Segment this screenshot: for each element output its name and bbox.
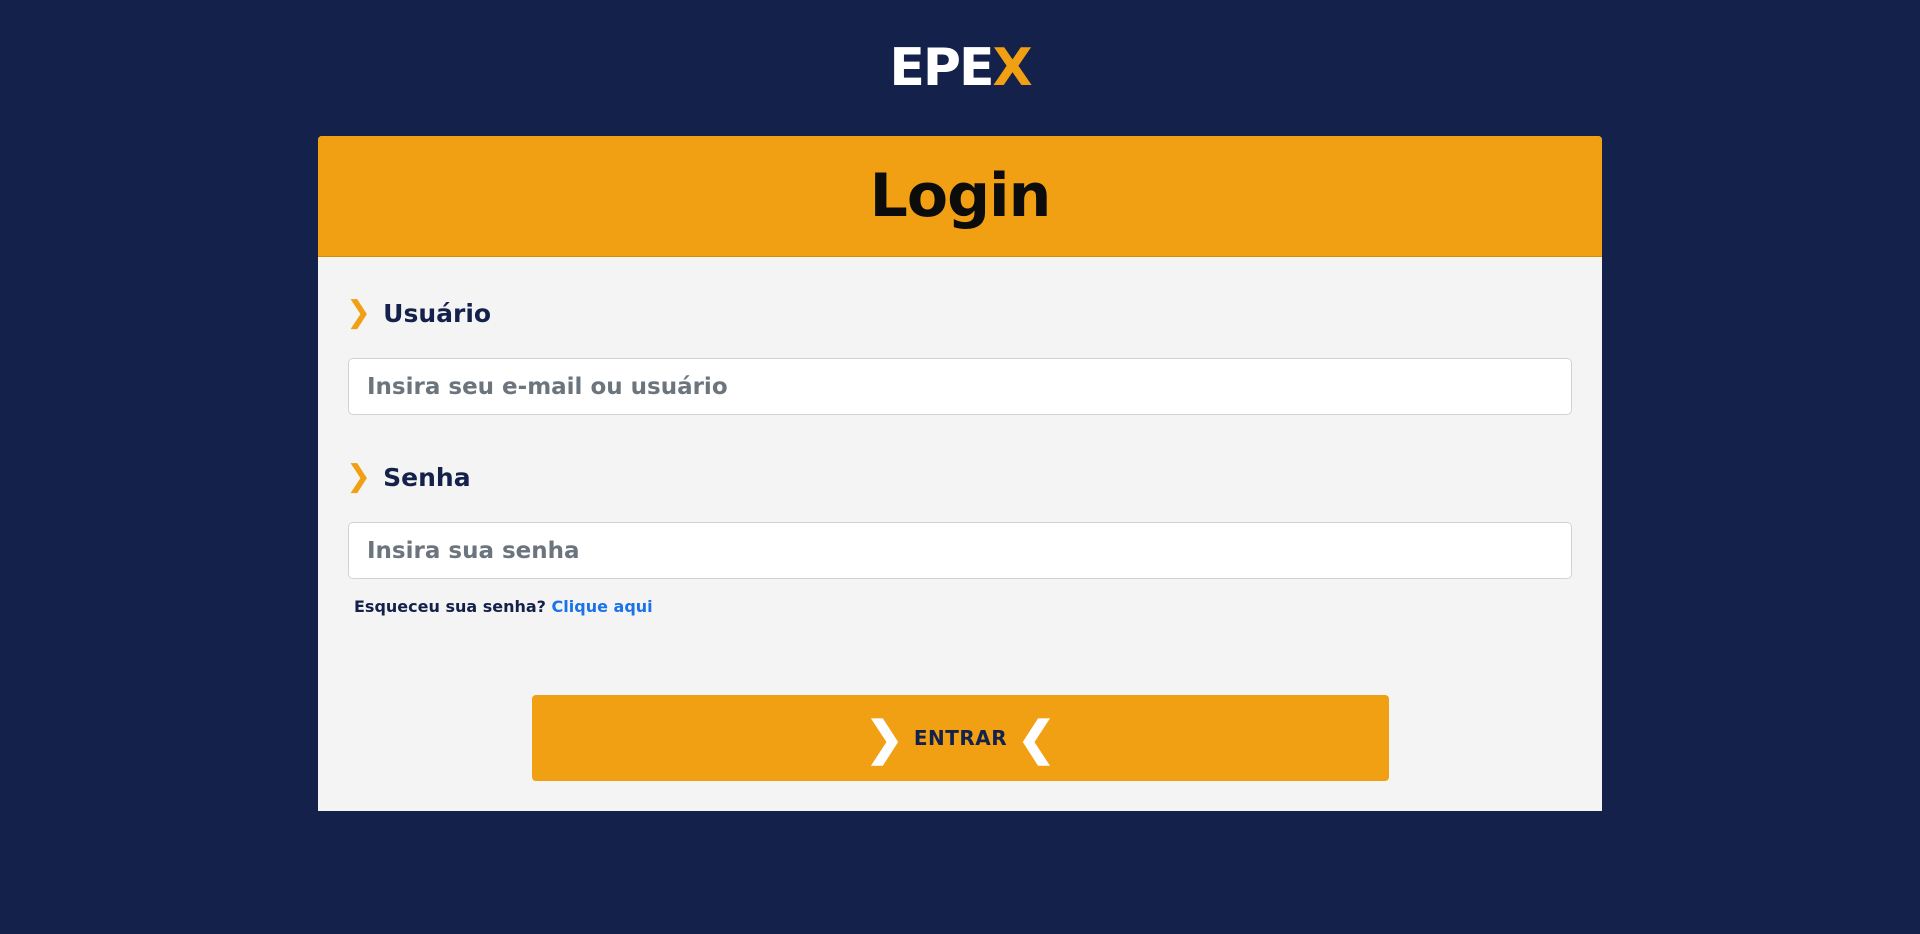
user-label-text: Usuário: [383, 298, 492, 328]
logo-accent-x: X: [992, 38, 1033, 98]
chevron-left-icon: ❮: [1017, 712, 1056, 764]
chevron-right-icon: ❯: [346, 459, 372, 494]
login-submit-button[interactable]: ❯ ENTRAR ❮: [532, 695, 1389, 781]
forgot-password-link[interactable]: Clique aqui: [552, 597, 653, 616]
logo-main-text: EPE: [889, 38, 994, 98]
epex-logo: EPEX: [0, 42, 1920, 94]
password-field-label: ❯ Senha: [346, 462, 471, 492]
forgot-password-line: Esqueceu sua senha? Clique aqui: [354, 597, 653, 616]
user-input[interactable]: [348, 358, 1572, 415]
login-card: Login ❯ Usuário ❯ Senha Esqueceu sua sen…: [318, 136, 1602, 811]
password-input[interactable]: [348, 522, 1572, 579]
chevron-right-icon: ❯: [865, 712, 904, 764]
password-label-text: Senha: [383, 462, 471, 492]
page-title: Login: [869, 161, 1052, 231]
forgot-password-text: Esqueceu sua senha?: [354, 597, 546, 616]
login-card-header: Login: [318, 136, 1602, 257]
user-field-label: ❯ Usuário: [346, 298, 491, 328]
submit-button-label: ENTRAR: [913, 726, 1008, 750]
chevron-right-icon: ❯: [346, 295, 372, 330]
